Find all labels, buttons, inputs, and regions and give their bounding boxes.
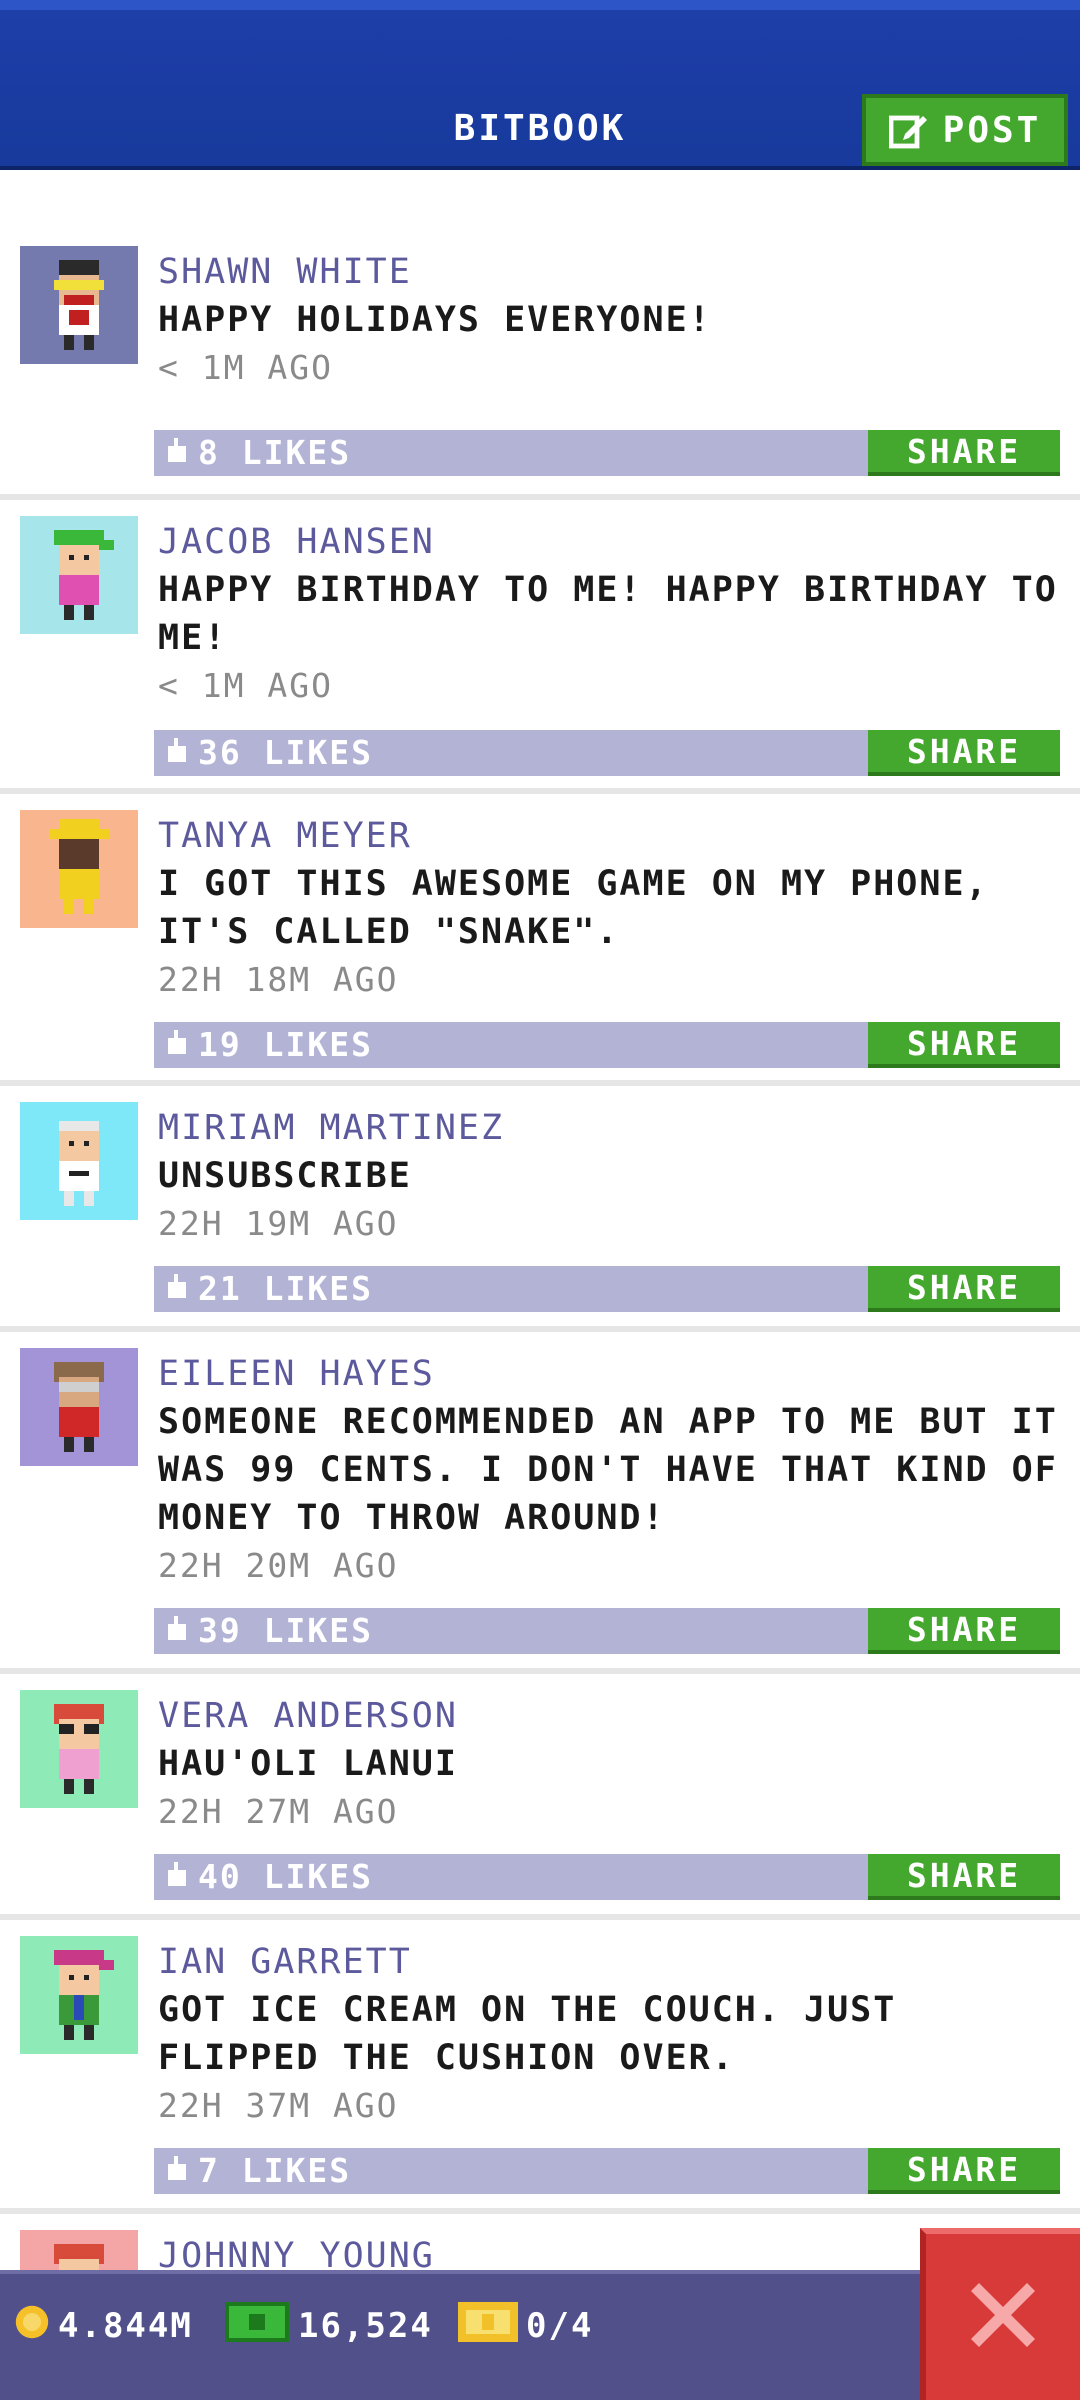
avatar	[20, 810, 138, 928]
like-button[interactable]: 19 LIKES	[166, 1022, 373, 1068]
share-button[interactable]: SHARE	[868, 1266, 1060, 1312]
post-button[interactable]: POST	[862, 94, 1068, 166]
likes-count: 8 LIKES	[198, 433, 352, 472]
avatar	[20, 1936, 138, 2054]
post-time: < 1M AGO	[158, 348, 333, 387]
bitbook-feed[interactable]: SHAWN WHITE HAPPY HOLIDAYS EVERYONE! < 1…	[0, 230, 1080, 2270]
like-button[interactable]: 39 LIKES	[166, 1608, 373, 1654]
thumbs-up-icon	[166, 1266, 188, 1312]
share-button[interactable]: SHARE	[868, 1854, 1060, 1900]
post-author[interactable]: MIRIAM MARTINEZ	[158, 1104, 1060, 1152]
likes-bar: 7 LIKES SHARE	[154, 2148, 1060, 2194]
likes-count: 7 LIKES	[198, 2151, 352, 2190]
post-author[interactable]: SHAWN WHITE	[158, 248, 1060, 296]
thumbs-up-icon	[166, 430, 188, 476]
likes-bar: 8 LIKES SHARE	[154, 430, 1060, 476]
feed-post: MIRIAM MARTINEZ UNSUBSCRIBE 22H 19M AGO …	[0, 1086, 1080, 1332]
thumbs-up-icon	[166, 1608, 188, 1654]
avatar	[20, 516, 138, 634]
likes-bar: 40 LIKES SHARE	[154, 1854, 1060, 1900]
likes-count: 40 LIKES	[198, 1857, 373, 1896]
status-bar: 4.844M 16,524 0/4	[0, 2270, 1080, 2400]
like-button[interactable]: 36 LIKES	[166, 730, 373, 776]
share-button[interactable]: SHARE	[868, 2148, 1060, 2194]
likes-count: 39 LIKES	[198, 1611, 373, 1650]
likes-bar: 39 LIKES SHARE	[154, 1608, 1060, 1654]
post-time: 22H 18M AGO	[158, 960, 399, 999]
post-author[interactable]: JACOB HANSEN	[158, 518, 1060, 566]
share-button[interactable]: SHARE	[868, 730, 1060, 776]
post-message: UNSUBSCRIBE	[158, 1156, 412, 1196]
avatar	[20, 246, 138, 364]
like-button[interactable]: 40 LIKES	[166, 1854, 373, 1900]
ticket-icon	[458, 2301, 518, 2351]
avatar	[20, 1348, 138, 1466]
tickets-value: 0/4	[526, 2306, 594, 2346]
share-button[interactable]: SHARE	[868, 430, 1060, 476]
post-time: 22H 37M AGO	[158, 2086, 399, 2125]
like-button[interactable]: 21 LIKES	[166, 1266, 373, 1312]
coin-icon	[14, 2304, 50, 2349]
post-message: HAU'OLI LANUI	[158, 1744, 458, 1784]
share-button[interactable]: SHARE	[868, 1608, 1060, 1654]
avatar	[20, 1102, 138, 1220]
thumbs-up-icon	[166, 2148, 188, 2194]
feed-post: TANYA MEYER I GOT THIS AWESOME GAME ON M…	[0, 794, 1080, 1086]
post-message: HAPPY BIRTHDAY TO ME! HAPPY BIRTHDAY TO …	[158, 570, 1058, 658]
likes-bar: 19 LIKES SHARE	[154, 1022, 1060, 1068]
likes-bar: 21 LIKES SHARE	[154, 1266, 1060, 1312]
close-icon	[963, 2275, 1043, 2359]
avatar	[20, 1690, 138, 1808]
post-message: SOMEONE RECOMMENDED AN APP TO ME BUT IT …	[158, 1402, 1058, 1538]
likes-count: 21 LIKES	[198, 1269, 373, 1308]
post-author[interactable]: EILEEN HAYES	[158, 1350, 1060, 1398]
feed-post: JOHNNY YOUNG	[0, 2214, 1080, 2270]
feed-post: JACOB HANSEN HAPPY BIRTHDAY TO ME! HAPPY…	[0, 500, 1080, 794]
post-author[interactable]: VERA ANDERSON	[158, 1692, 1060, 1740]
close-button[interactable]	[920, 2228, 1080, 2400]
post-author[interactable]: TANYA MEYER	[158, 812, 1060, 860]
post-message: I GOT THIS AWESOME GAME ON MY PHONE, IT'…	[158, 864, 989, 952]
post-time: < 1M AGO	[158, 666, 333, 705]
bux-value: 16,524	[298, 2306, 433, 2346]
feed-post: SHAWN WHITE HAPPY HOLIDAYS EVERYONE! < 1…	[0, 230, 1080, 500]
like-button[interactable]: 7 LIKES	[166, 2148, 351, 2194]
thumbs-up-icon	[166, 1022, 188, 1068]
post-message: GOT ICE CREAM ON THE COUCH. JUST FLIPPED…	[158, 1990, 897, 2078]
edit-icon	[888, 110, 929, 150]
like-button[interactable]: 8 LIKES	[166, 430, 351, 476]
post-time: 22H 27M AGO	[158, 1792, 399, 1831]
bux-stat: 16,524	[224, 2298, 433, 2354]
tickets-stat: 0/4	[458, 2298, 593, 2354]
avatar	[20, 2230, 138, 2270]
feed-post: EILEEN HAYES SOMEONE RECOMMENDED AN APP …	[0, 1332, 1080, 1674]
post-author[interactable]: IAN GARRETT	[158, 1938, 1060, 1986]
likes-bar: 36 LIKES SHARE	[154, 730, 1060, 776]
feed-post: VERA ANDERSON HAU'OLI LANUI 22H 27M AGO …	[0, 1674, 1080, 1920]
coins-stat: 4.844M	[14, 2298, 193, 2354]
thumbs-up-icon	[166, 1854, 188, 1900]
coins-value: 4.844M	[58, 2306, 193, 2346]
post-button-label: POST	[942, 109, 1042, 151]
share-button[interactable]: SHARE	[868, 1022, 1060, 1068]
post-time: 22H 20M AGO	[158, 1546, 399, 1585]
post-message: HAPPY HOLIDAYS EVERYONE!	[158, 300, 712, 340]
likes-count: 19 LIKES	[198, 1025, 373, 1064]
post-time: 22H 19M AGO	[158, 1204, 399, 1243]
bux-icon	[224, 2301, 290, 2351]
app-header: BITBOOK POST	[0, 0, 1080, 170]
feed-post: IAN GARRETT GOT ICE CREAM ON THE COUCH. …	[0, 1920, 1080, 2214]
thumbs-up-icon	[166, 730, 188, 776]
likes-count: 36 LIKES	[198, 733, 373, 772]
